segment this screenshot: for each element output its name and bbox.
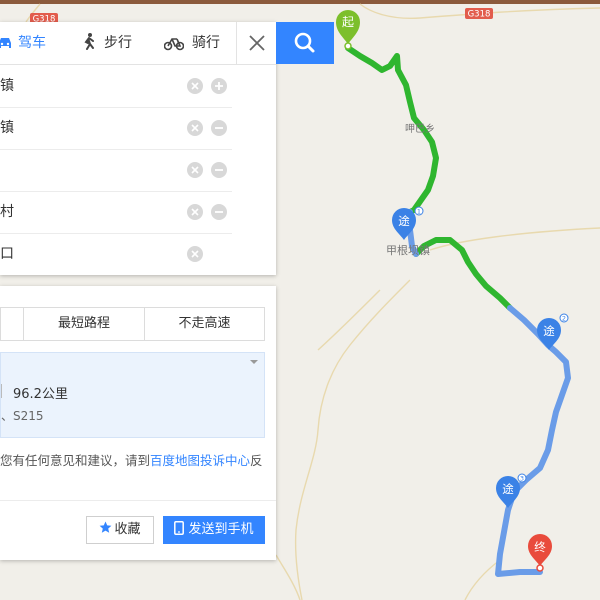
route-option-tabs: 最短路程 不走高速 xyxy=(0,307,265,341)
via-marker-index: 1 xyxy=(417,208,421,216)
favorite-label: 收藏 xyxy=(114,522,141,537)
route-option-shortest[interactable]: 最短路程 xyxy=(24,308,145,340)
clear-icon xyxy=(191,82,199,90)
route-option-tab[interactable] xyxy=(1,308,24,340)
clear-stop-button[interactable] xyxy=(187,78,203,94)
clear-icon xyxy=(191,124,199,132)
tab-walk-label: 步行 xyxy=(104,35,132,51)
walk-icon xyxy=(84,33,94,50)
travel-mode-tabs: 驾车 步行 骑行 xyxy=(0,22,276,65)
route-via-roads: 、S215 xyxy=(1,409,44,423)
end-marker-label: 终 xyxy=(534,540,546,554)
stop-row[interactable]: 口 xyxy=(0,233,232,275)
car-icon xyxy=(0,38,11,48)
clear-stop-button[interactable] xyxy=(187,204,203,220)
close-icon xyxy=(249,35,265,51)
stop-input[interactable]: 镇 xyxy=(0,65,14,107)
plus-icon xyxy=(215,82,223,90)
via-marker-index: 3 xyxy=(520,475,524,483)
road-badge-text: G318 xyxy=(468,10,491,20)
place-label-jiagenba: 甲根坝镇 xyxy=(386,243,430,257)
map-top-border xyxy=(0,0,600,4)
panel-divider xyxy=(0,500,276,501)
clear-icon xyxy=(191,250,199,258)
complaint-center-link[interactable]: 百度地图投诉中心 xyxy=(150,453,250,468)
phone-icon xyxy=(174,521,185,535)
stop-input[interactable]: 口 xyxy=(0,233,14,275)
stop-row[interactable] xyxy=(0,149,232,192)
route-option-no-highway[interactable]: 不走高速 xyxy=(145,308,264,340)
start-marker-label: 起 xyxy=(342,15,354,29)
via-marker-index: 2 xyxy=(562,315,566,323)
distance-divider xyxy=(1,384,2,398)
place-label-xiaba: 呷巴乡 xyxy=(405,123,435,135)
star-icon xyxy=(100,521,112,533)
tab-bike[interactable]: 骑行 xyxy=(164,22,234,64)
clear-stop-button[interactable] xyxy=(187,120,203,136)
via-marker-label: 途 xyxy=(502,482,514,496)
route-distance: 96.2公里 xyxy=(13,387,68,402)
minus-icon xyxy=(215,169,223,171)
road-badge-g318-right: G318 xyxy=(465,8,493,20)
send-to-phone-label: 发送到手机 xyxy=(188,522,254,537)
close-button[interactable] xyxy=(236,22,277,64)
stop-input[interactable]: 镇 xyxy=(0,107,14,149)
minus-icon xyxy=(215,211,223,213)
route-result-panel: 最短路程 不走高速 96.2公里 、S215 您有任何意见和建议，请到百度地图投… xyxy=(0,286,276,560)
add-stop-button[interactable] xyxy=(211,78,227,94)
remove-stop-button[interactable] xyxy=(211,162,227,178)
search-icon xyxy=(294,32,315,53)
tab-drive-label: 驾车 xyxy=(18,35,46,51)
clear-icon xyxy=(191,208,199,216)
clear-stop-button[interactable] xyxy=(187,162,203,178)
feedback-message: 您有任何意见和建议，请到 xyxy=(0,453,151,468)
stop-input[interactable]: 村 xyxy=(0,191,14,233)
search-button[interactable] xyxy=(276,22,334,64)
clear-icon xyxy=(191,166,199,174)
route-summary-card[interactable]: 96.2公里 、S215 xyxy=(0,352,265,438)
remove-stop-button[interactable] xyxy=(211,120,227,136)
clear-stop-button[interactable] xyxy=(187,246,203,262)
feedback-text: 您有任何意见和建议，请到百度地图投诉中心反 xyxy=(0,450,263,469)
bike-icon xyxy=(164,38,184,51)
minus-icon xyxy=(215,127,223,129)
via-marker-label: 途 xyxy=(398,214,410,228)
stop-row[interactable]: 镇 xyxy=(0,65,232,108)
tab-bike-label: 骑行 xyxy=(192,35,220,51)
favorite-button[interactable]: 收藏 xyxy=(86,516,154,544)
tab-walk[interactable]: 步行 xyxy=(78,22,148,64)
tab-drive[interactable]: 驾车 xyxy=(0,22,70,64)
route-input-panel: 驾车 步行 骑行 镇 镇 村 口 xyxy=(0,22,276,275)
send-to-phone-button[interactable]: 发送到手机 xyxy=(163,516,265,544)
via-marker-label: 途 xyxy=(543,324,555,338)
chevron-down-icon xyxy=(250,360,258,364)
stop-row[interactable]: 村 xyxy=(0,191,232,234)
remove-stop-button[interactable] xyxy=(211,204,227,220)
stop-row[interactable]: 镇 xyxy=(0,107,232,150)
feedback-suffix: 反 xyxy=(250,453,263,468)
